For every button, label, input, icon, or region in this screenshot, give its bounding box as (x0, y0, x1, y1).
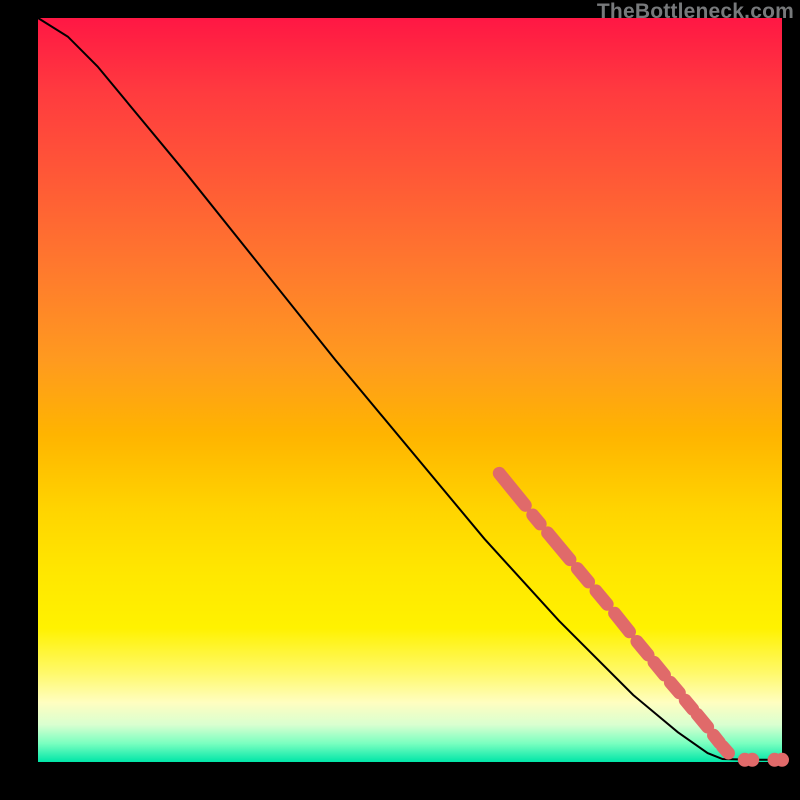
marker-segment (670, 682, 679, 692)
marker-dot (746, 753, 759, 766)
marker-segment (722, 746, 728, 753)
chart-svg (38, 18, 782, 762)
marker-segment (697, 714, 707, 727)
bottleneck-curve (38, 18, 782, 760)
marker-segment (533, 515, 540, 524)
marker-segment (637, 641, 648, 654)
chart-canvas: TheBottleneck.com (0, 0, 800, 800)
marker-segment (577, 569, 588, 582)
marker-dot (776, 753, 789, 766)
marker-segment (499, 473, 525, 505)
marker-segment (596, 591, 607, 604)
marker-segment (548, 533, 570, 560)
marker-segment (685, 700, 692, 709)
marker-group (499, 473, 788, 766)
marker-segment (615, 613, 630, 632)
marker-segment (654, 662, 664, 675)
